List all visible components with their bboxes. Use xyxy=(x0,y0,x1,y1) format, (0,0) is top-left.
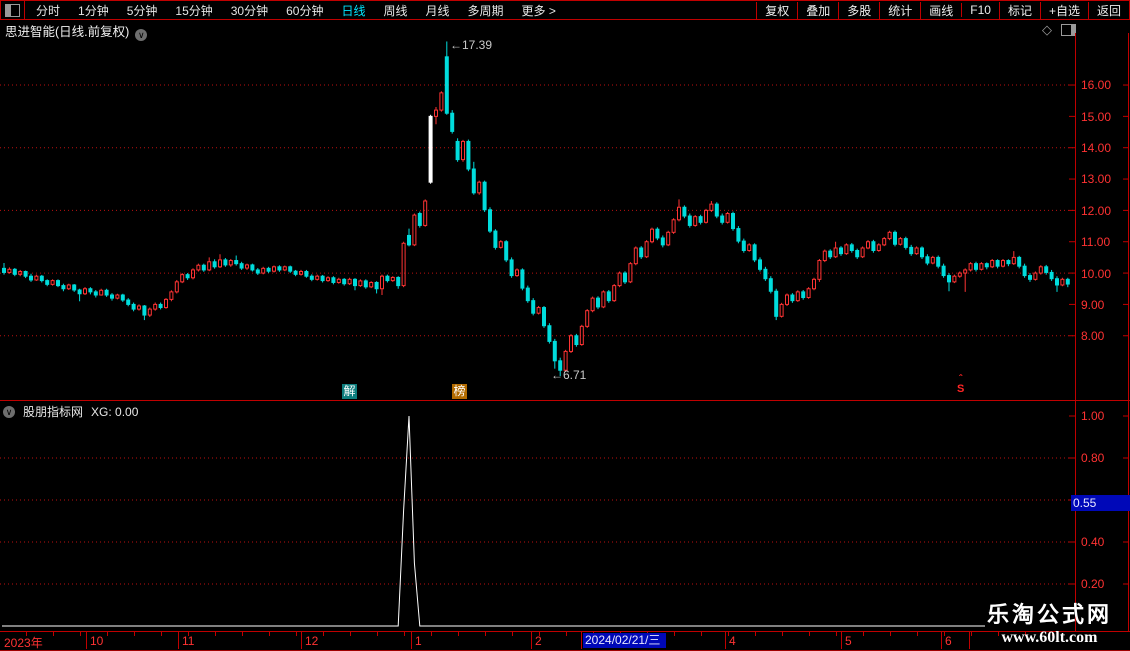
toolbar-divider xyxy=(24,1,25,19)
time-label-oct: 10 xyxy=(90,634,104,648)
top-toolbar: 分时 1分钟 5分钟 15分钟 30分钟 60分钟 日线 周线 月线 多周期 更… xyxy=(0,0,1130,20)
button-fuquan[interactable]: 复权 xyxy=(756,1,797,19)
time-label-may: 5 xyxy=(845,634,852,648)
button-add-watchlist[interactable]: +自选 xyxy=(1039,1,1088,19)
tab-5min[interactable]: 5分钟 xyxy=(118,2,167,19)
time-label-jan: 1 xyxy=(415,634,422,648)
s-signal-marker[interactable]: S xyxy=(957,378,964,395)
time-label-2023: 2023年 xyxy=(4,636,43,650)
xg-tick-040: 0.40 xyxy=(1081,535,1105,549)
month-separator xyxy=(86,631,87,649)
xg-tick-080: 0.80 xyxy=(1081,451,1105,465)
month-separator xyxy=(301,631,302,649)
diamond-icon[interactable]: ◇ xyxy=(1042,22,1052,38)
tab-weekly[interactable]: 周线 xyxy=(374,2,416,19)
tab-monthly[interactable]: 月线 xyxy=(417,2,459,19)
time-label-jun: 6 xyxy=(945,634,952,648)
tab-30min[interactable]: 30分钟 xyxy=(222,2,277,19)
tab-multi-period[interactable]: 多周期 xyxy=(459,2,513,19)
panel-layout-icon[interactable] xyxy=(1061,24,1076,36)
price-tick-12: 12.00 xyxy=(1081,204,1112,218)
button-stats[interactable]: 统计 xyxy=(879,1,920,19)
button-overlay[interactable]: 叠加 xyxy=(797,1,838,19)
tab-15min[interactable]: 15分钟 xyxy=(166,2,221,19)
tab-more[interactable]: 更多 > xyxy=(513,2,565,19)
watermark: 乐淘公式网 www.60lt.com xyxy=(987,597,1112,647)
price-tick-16: 16.00 xyxy=(1081,78,1112,92)
watermark-url: www.60lt.com xyxy=(1001,629,1098,646)
current-value-badge: 0.55 xyxy=(1071,495,1130,511)
price-tick-8: 8.00 xyxy=(1081,329,1105,343)
month-separator xyxy=(969,631,970,649)
price-tick-11: 11.00 xyxy=(1081,235,1111,249)
tab-1min[interactable]: 1分钟 xyxy=(69,2,118,19)
button-f10[interactable]: F10 xyxy=(961,3,999,17)
tab-60min[interactable]: 60分钟 xyxy=(277,2,332,19)
month-separator xyxy=(941,631,942,649)
time-label-apr: 4 xyxy=(729,634,736,648)
right-border xyxy=(1128,33,1129,631)
indicator-name[interactable]: 股朋指标网 xyxy=(23,403,83,420)
high-price-label: ←17.39 xyxy=(450,38,493,52)
month-separator xyxy=(178,631,179,649)
candlestick-and-indicator-canvas[interactable] xyxy=(0,0,1130,650)
time-label-nov: 11 xyxy=(182,634,195,648)
month-separator xyxy=(411,631,412,649)
price-tick-10: 10.00 xyxy=(1081,267,1112,281)
price-tick-13: 13.00 xyxy=(1081,172,1112,186)
month-separator xyxy=(841,631,842,649)
price-tick-9: 9.00 xyxy=(1081,298,1105,312)
y-axis-line xyxy=(1075,33,1076,631)
month-separator xyxy=(725,631,726,649)
watermark-site-name: 乐淘公式网 xyxy=(986,602,1112,627)
price-tick-15: 15.00 xyxy=(1081,110,1112,124)
time-label-dec: 12 xyxy=(305,634,319,648)
time-label-feb: 2 xyxy=(535,634,542,648)
tab-fenshi[interactable]: 分时 xyxy=(27,2,69,19)
panel-divider xyxy=(0,400,1130,401)
page-title: 思进智能(日线.前复权) xyxy=(5,25,130,39)
chevron-down-icon[interactable]: ∨ xyxy=(135,29,148,41)
date-cursor-badge: 2024/02/21/三 xyxy=(583,633,666,648)
indicator-header: ∨ 股朋指标网 XG: 0.00 xyxy=(3,403,138,420)
event-badge-jie[interactable]: 解 xyxy=(342,384,357,399)
month-separator xyxy=(581,631,582,649)
low-price-label: ←6.71 xyxy=(551,368,587,382)
chart-title-row: 思进智能(日线.前复权) ∨ xyxy=(5,21,148,41)
button-drawline[interactable]: 画线 xyxy=(920,1,961,19)
button-multi-stock[interactable]: 多股 xyxy=(838,1,879,19)
event-badge-bang[interactable]: 榜 xyxy=(452,384,467,399)
price-tick-14: 14.00 xyxy=(1081,141,1112,155)
xg-tick-020: 0.20 xyxy=(1081,577,1105,591)
month-separator xyxy=(531,631,532,649)
tab-daily[interactable]: 日线 xyxy=(332,2,374,19)
xg-tick-100: 1.00 xyxy=(1081,409,1105,423)
layout-mode-icon[interactable] xyxy=(5,3,20,17)
indicator-readout: XG: 0.00 xyxy=(91,404,139,419)
button-back[interactable]: 返回 xyxy=(1087,1,1129,19)
indicator-chevron-down-icon[interactable]: ∨ xyxy=(3,405,15,418)
button-mark[interactable]: 标记 xyxy=(998,1,1040,19)
